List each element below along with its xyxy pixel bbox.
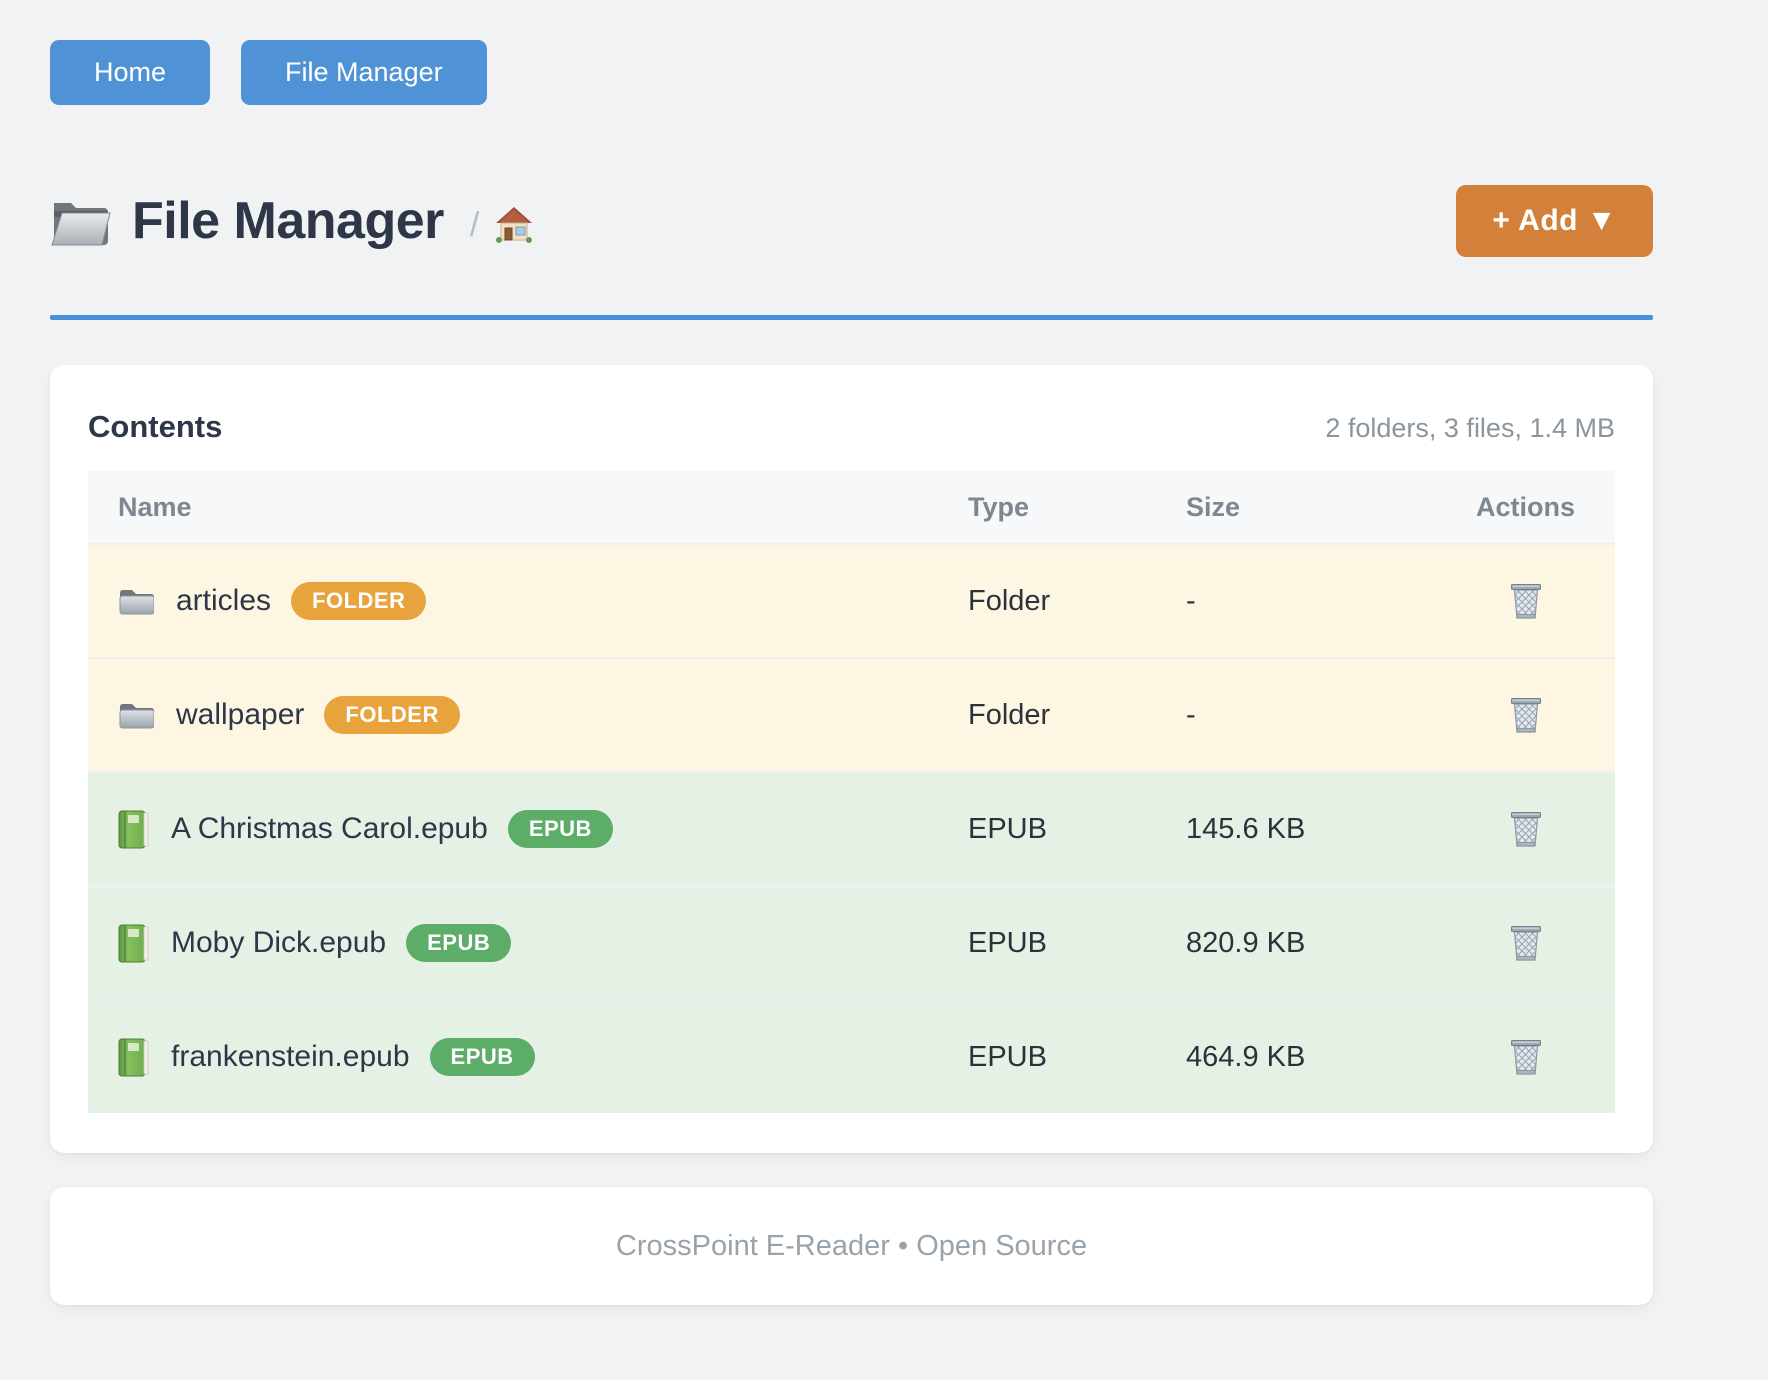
book-icon: [118, 1038, 149, 1077]
actions-cell: [1436, 691, 1615, 740]
size-cell: 820.9 KB: [1186, 927, 1436, 960]
size-cell: -: [1186, 585, 1436, 618]
trash-icon: [1508, 923, 1544, 964]
column-header-type: Type: [968, 492, 1186, 523]
column-header-actions: Actions: [1436, 492, 1615, 523]
contents-card-header: Contents 2 folders, 3 files, 1.4 MB: [88, 409, 1615, 445]
file-name-link[interactable]: Moby Dick.epub: [171, 926, 386, 960]
table-header-row: Name Type Size Actions: [88, 471, 1615, 543]
page: Home File Manager File Manager / + Add ▼: [50, 0, 1653, 1305]
delete-button[interactable]: [1504, 577, 1548, 626]
delete-button[interactable]: [1504, 919, 1548, 968]
table-body: articles FOLDER Folder -: [88, 543, 1615, 1113]
size-cell: -: [1186, 699, 1436, 732]
page-header: File Manager / + Add ▼: [50, 185, 1653, 257]
size-cell: 145.6 KB: [1186, 813, 1436, 846]
file-manager-button[interactable]: File Manager: [241, 40, 487, 105]
name-cell: wallpaper FOLDER: [88, 696, 968, 734]
size-cell: 464.9 KB: [1186, 1041, 1436, 1074]
row-badge: FOLDER: [291, 582, 426, 620]
name-cell: frankenstein.epub EPUB: [88, 1038, 968, 1077]
delete-button[interactable]: [1504, 691, 1548, 740]
actions-cell: [1436, 577, 1615, 626]
row-badge: FOLDER: [324, 696, 459, 734]
trash-icon: [1508, 695, 1544, 736]
file-name-link[interactable]: A Christmas Carol.epub: [171, 812, 488, 846]
book-icon: [118, 810, 149, 849]
row-badge: EPUB: [430, 1038, 535, 1076]
actions-cell: [1436, 1033, 1615, 1082]
contents-card: Contents 2 folders, 3 files, 1.4 MB Name…: [50, 365, 1653, 1153]
table-row: wallpaper FOLDER Folder -: [88, 657, 1615, 771]
table-row: Moby Dick.epub EPUB EPUB 820.9 KB: [88, 885, 1615, 999]
table-row: frankenstein.epub EPUB EPUB 464.9 KB: [88, 999, 1615, 1113]
file-table: Name Type Size Actions articles FOLDER F…: [88, 471, 1615, 1113]
home-button[interactable]: Home: [50, 40, 210, 105]
folder-icon: [50, 193, 112, 249]
table-row: articles FOLDER Folder -: [88, 543, 1615, 657]
table-row: A Christmas Carol.epub EPUB EPUB 145.6 K…: [88, 771, 1615, 885]
trash-icon: [1508, 809, 1544, 850]
home-breadcrumb-icon[interactable]: [495, 206, 533, 243]
type-cell: EPUB: [968, 1041, 1186, 1074]
footer-text: CrossPoint E-Reader • Open Source: [616, 1230, 1087, 1263]
type-cell: EPUB: [968, 927, 1186, 960]
row-badge: EPUB: [406, 924, 511, 962]
name-cell: articles FOLDER: [88, 582, 968, 620]
folder-icon: [118, 701, 154, 730]
actions-cell: [1436, 805, 1615, 854]
top-nav: Home File Manager: [50, 40, 1653, 105]
trash-icon: [1508, 581, 1544, 622]
type-cell: EPUB: [968, 813, 1186, 846]
page-title: File Manager: [132, 191, 444, 251]
name-cell: A Christmas Carol.epub EPUB: [88, 810, 968, 849]
contents-summary: 2 folders, 3 files, 1.4 MB: [1325, 413, 1615, 444]
contents-heading: Contents: [88, 409, 222, 445]
folder-icon: [118, 587, 154, 616]
delete-button[interactable]: [1504, 1033, 1548, 1082]
column-header-size: Size: [1186, 492, 1436, 523]
column-header-name: Name: [88, 492, 968, 523]
file-name-link[interactable]: frankenstein.epub: [171, 1040, 410, 1074]
row-badge: EPUB: [508, 810, 613, 848]
actions-cell: [1436, 919, 1615, 968]
header-divider: [50, 315, 1653, 320]
breadcrumb-separator: /: [470, 206, 479, 245]
delete-button[interactable]: [1504, 805, 1548, 854]
file-name-link[interactable]: wallpaper: [176, 698, 304, 732]
file-name-link[interactable]: articles: [176, 584, 271, 618]
type-cell: Folder: [968, 699, 1186, 732]
add-button[interactable]: + Add ▼: [1456, 185, 1653, 257]
book-icon: [118, 924, 149, 963]
name-cell: Moby Dick.epub EPUB: [88, 924, 968, 963]
trash-icon: [1508, 1037, 1544, 1078]
title-group: File Manager /: [50, 191, 533, 251]
footer: CrossPoint E-Reader • Open Source: [50, 1187, 1653, 1305]
type-cell: Folder: [968, 585, 1186, 618]
